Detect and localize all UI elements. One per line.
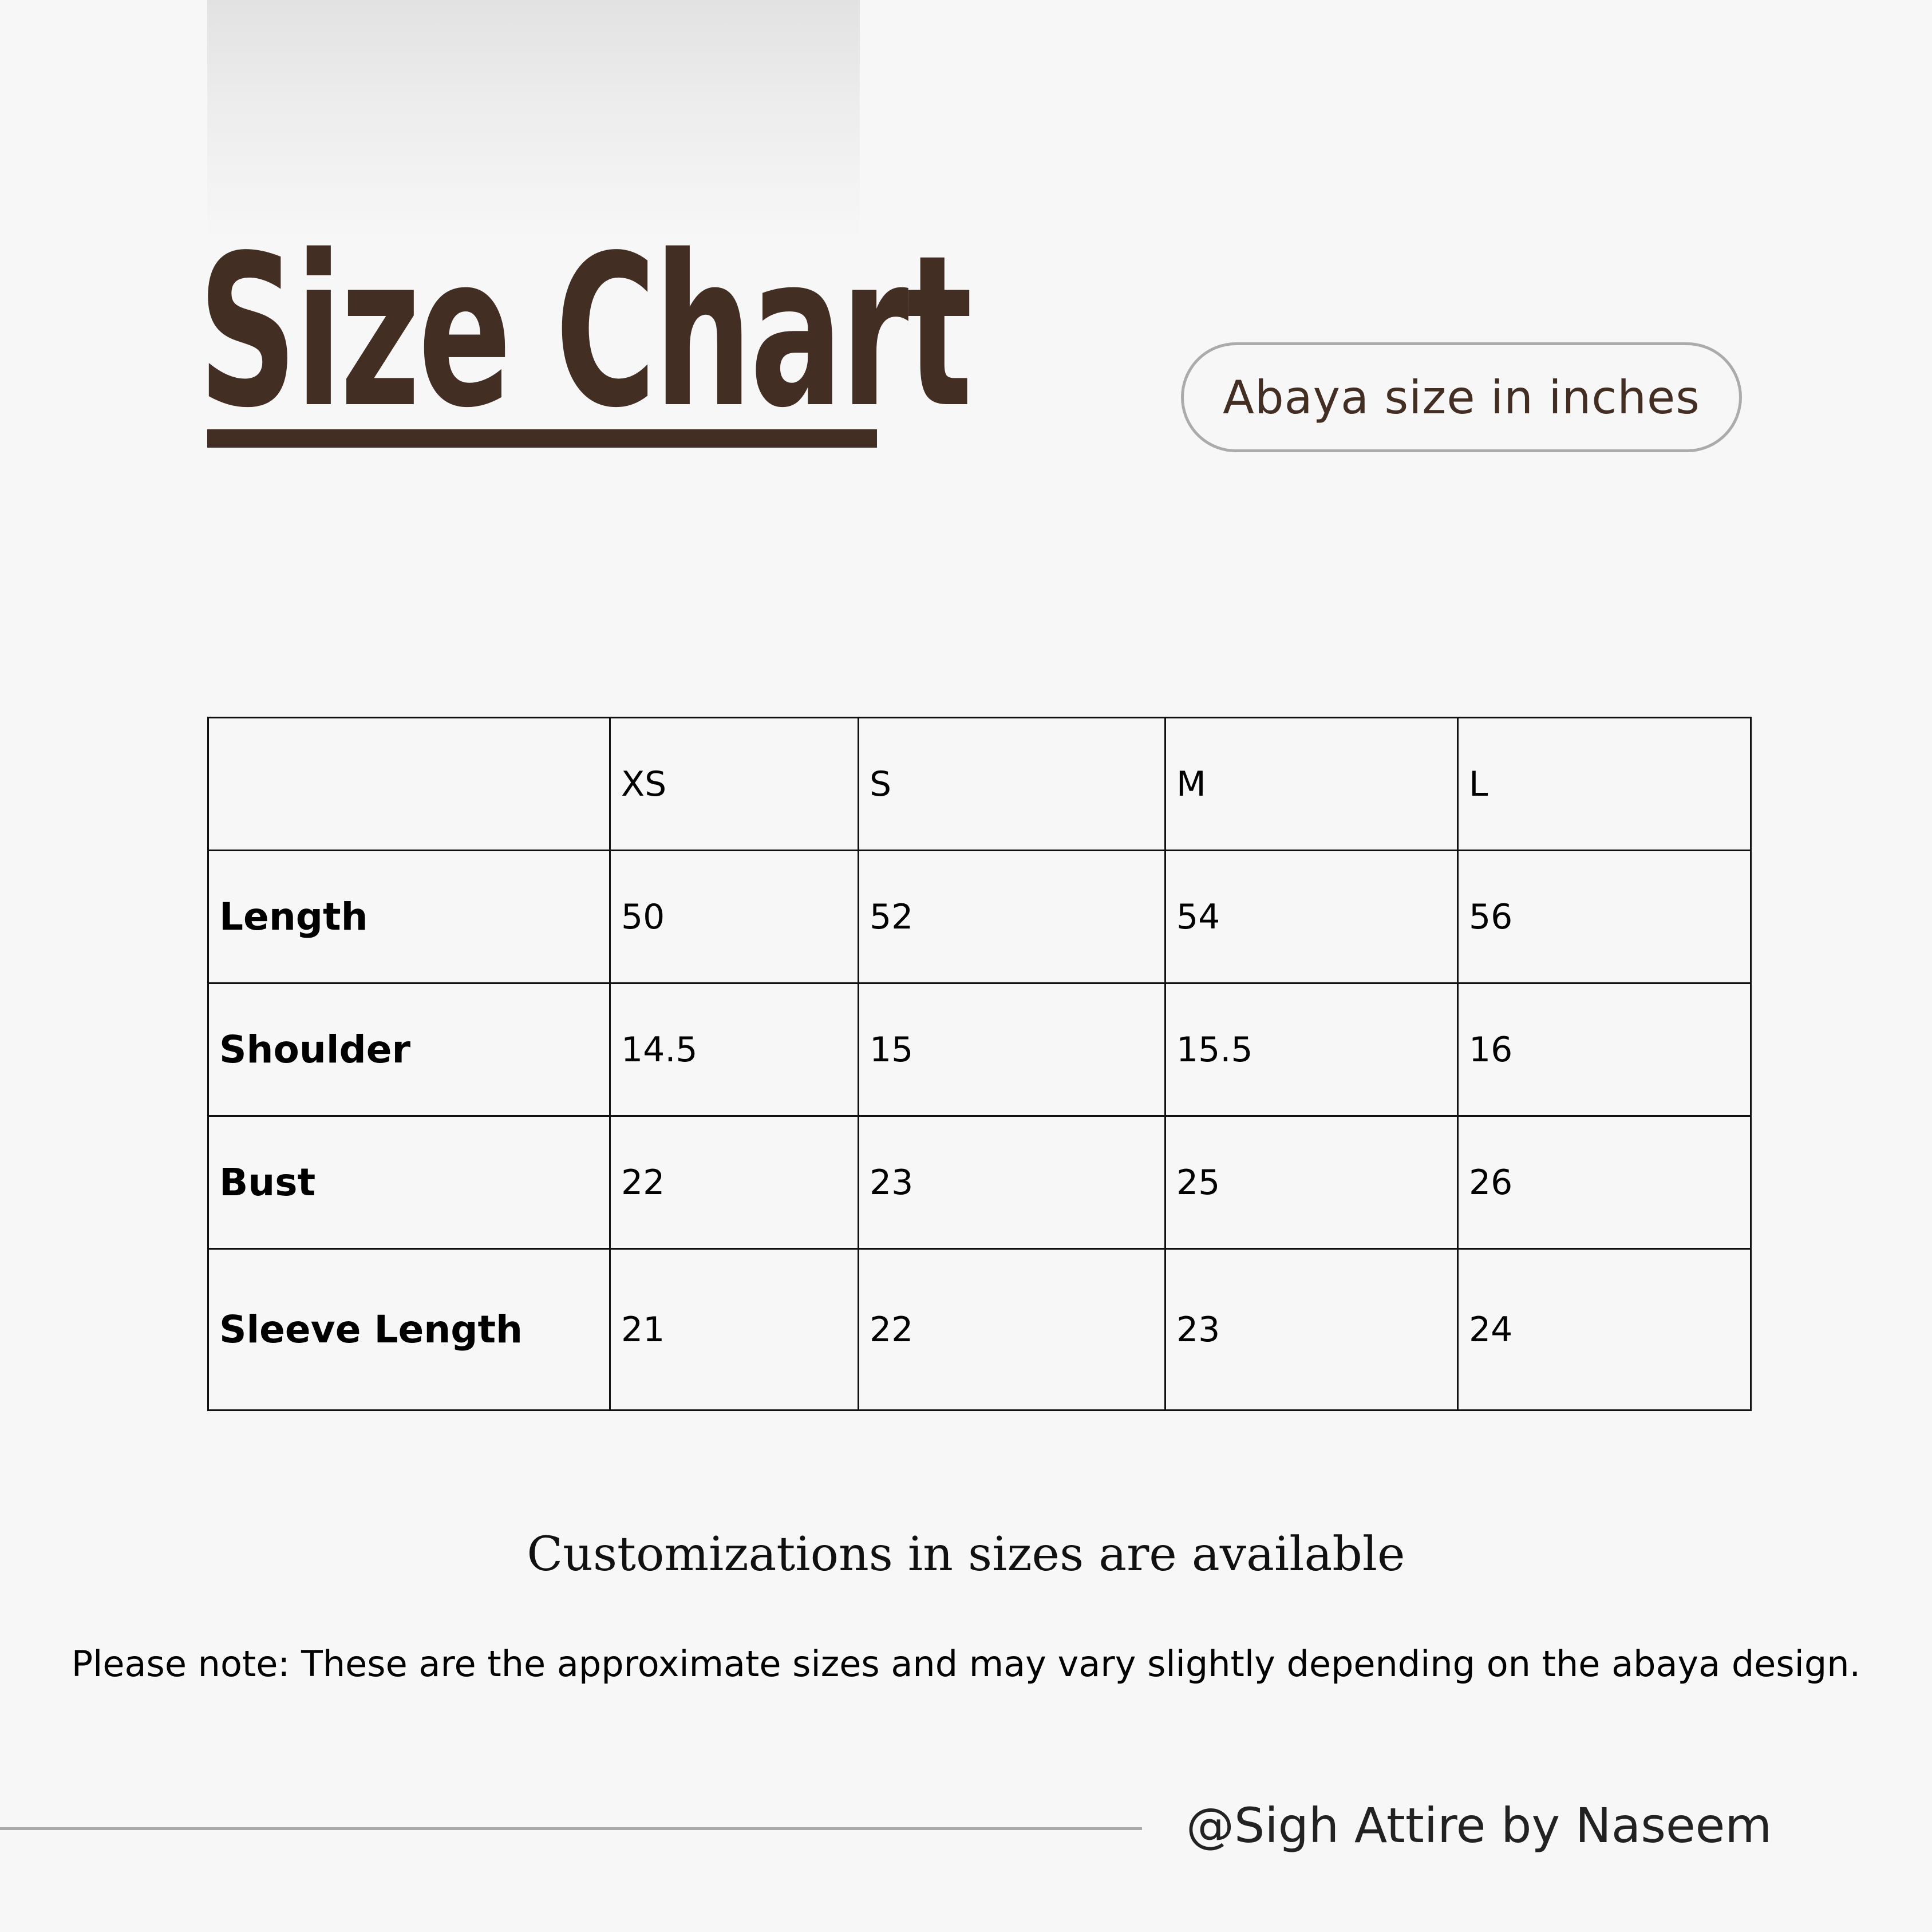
table-cell: 21 <box>609 1248 859 1411</box>
row-label-shoulder: Shoulder <box>207 982 611 1117</box>
size-table: XS S M L Length 50 52 54 56 Shoulder 14.… <box>207 717 1752 1411</box>
table-cell: 24 <box>1457 1248 1752 1411</box>
table-header-cell-s: S <box>858 717 1166 851</box>
table-cell: 15 <box>858 982 1166 1117</box>
table-cell: 25 <box>1164 1115 1459 1250</box>
title-underline <box>207 429 877 448</box>
table-row: Length 50 52 54 56 <box>207 850 1752 984</box>
table-header-cell-empty <box>207 717 611 851</box>
unit-badge: Abaya size in inches <box>1181 342 1742 452</box>
table-cell: 50 <box>609 850 859 984</box>
title-background-fade <box>207 0 860 240</box>
table-cell: 23 <box>1164 1248 1459 1411</box>
disclaimer-text: Please note: These are the approximate s… <box>71 1643 1861 1685</box>
brand-handle: @Sigh Attire by Naseem <box>1186 1797 1772 1854</box>
table-row: Sleeve Length 21 22 23 24 <box>207 1248 1752 1411</box>
row-label-sleeve-length: Sleeve Length <box>207 1248 611 1411</box>
table-header-cell-xs: XS <box>609 717 859 851</box>
table-cell: 26 <box>1457 1115 1752 1250</box>
table-cell: 56 <box>1457 850 1752 984</box>
table-header-row: XS S M L <box>207 717 1752 851</box>
table-cell: 22 <box>609 1115 859 1250</box>
table-cell: 22 <box>858 1248 1166 1411</box>
table-header-cell-l: L <box>1457 717 1752 851</box>
table-row: Bust 22 23 25 26 <box>207 1115 1752 1250</box>
table-cell: 15.5 <box>1164 982 1459 1117</box>
table-header-cell-m: M <box>1164 717 1459 851</box>
row-label-bust: Bust <box>207 1115 611 1250</box>
row-label-length: Length <box>207 850 611 984</box>
table-cell: 54 <box>1164 850 1459 984</box>
page-title: Size Chart <box>198 211 973 454</box>
table-cell: 14.5 <box>609 982 859 1117</box>
customization-note: Customizations in sizes are available <box>527 1527 1405 1582</box>
table-row: Shoulder 14.5 15 15.5 16 <box>207 982 1752 1117</box>
table-cell: 16 <box>1457 982 1752 1117</box>
table-cell: 23 <box>858 1115 1166 1250</box>
table-cell: 52 <box>858 850 1166 984</box>
footer-divider <box>0 1827 1142 1830</box>
